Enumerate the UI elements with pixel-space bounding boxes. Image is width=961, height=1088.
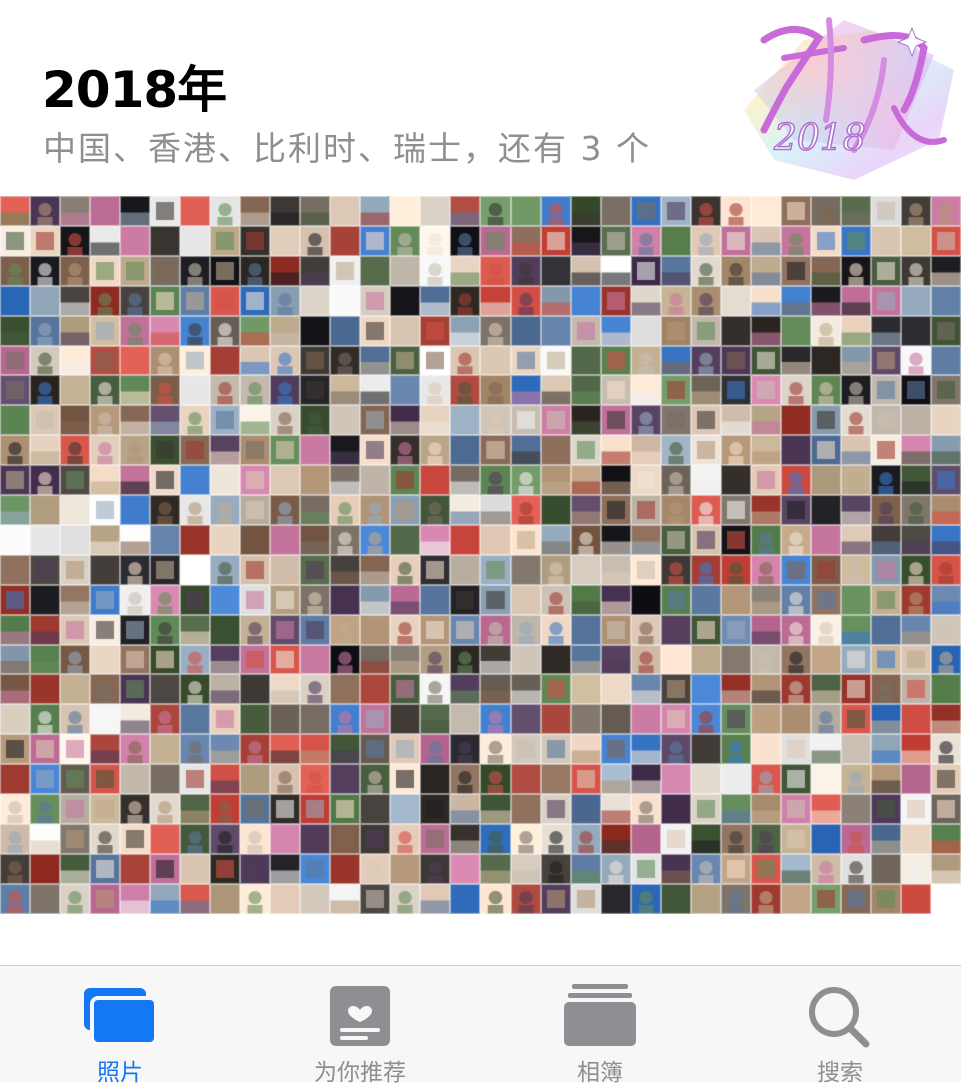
tab-albums-label: 相簿 bbox=[577, 1060, 623, 1086]
tab-albums[interactable]: 相簿 bbox=[500, 966, 700, 1086]
for-you-icon bbox=[320, 984, 400, 1050]
page-title: 2018年 bbox=[42, 61, 227, 119]
goodbye-2018-badge: 2018 bbox=[734, 0, 956, 186]
albums-icon bbox=[560, 984, 640, 1050]
tab-for-you[interactable]: 为你推荐 bbox=[260, 966, 460, 1086]
tab-search-label: 搜索 bbox=[817, 1060, 863, 1086]
search-icon bbox=[800, 984, 880, 1050]
photo-mosaic[interactable] bbox=[0, 196, 961, 914]
tab-search[interactable]: 搜索 bbox=[740, 966, 940, 1086]
location-subtitle[interactable]: 中国、香港、比利时、瑞士，还有 3 个 bbox=[43, 127, 651, 171]
tab-photos[interactable]: 照片 bbox=[20, 966, 220, 1086]
photo-thumbnails-grid[interactable] bbox=[0, 196, 961, 914]
tab-bar: 照片 为你推荐 相簿 搜索 bbox=[0, 965, 961, 1086]
tab-for-you-label: 为你推荐 bbox=[314, 1060, 406, 1086]
tab-photos-label: 照片 bbox=[97, 1060, 143, 1086]
badge-year-text: 2018 bbox=[773, 118, 866, 159]
photos-icon bbox=[80, 984, 160, 1050]
year-header: 2018年 中国、香港、比利时、瑞士，还有 3 个 2018 bbox=[0, 0, 961, 196]
goodbye-2018-logo: 2018 bbox=[744, 17, 954, 180]
